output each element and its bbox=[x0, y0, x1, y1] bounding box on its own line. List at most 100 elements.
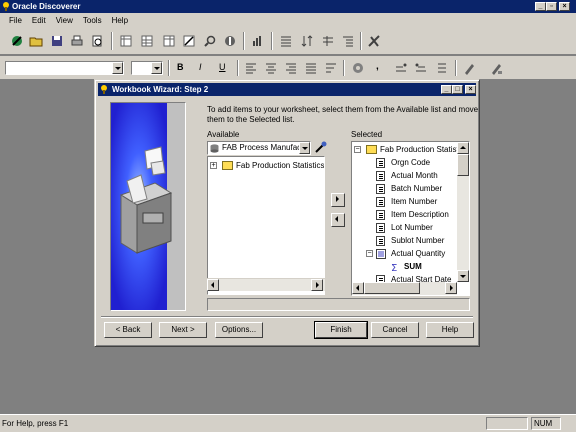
back-button[interactable]: < Back bbox=[104, 322, 152, 338]
open-folder-icon[interactable] bbox=[29, 34, 43, 48]
bold-button[interactable]: B bbox=[177, 62, 184, 72]
scroll-thumb[interactable] bbox=[457, 154, 469, 176]
totals-icon[interactable] bbox=[279, 34, 293, 48]
sum-aggregate-icon: Σ bbox=[391, 263, 397, 272]
button-divider bbox=[101, 316, 473, 318]
wizard-message-area bbox=[207, 298, 470, 311]
menu-edit[interactable]: Edit bbox=[27, 16, 51, 25]
drill-icon[interactable] bbox=[341, 34, 355, 48]
expand-icon[interactable]: + bbox=[210, 162, 217, 169]
wizard-close-button[interactable]: × bbox=[465, 85, 476, 94]
folder-icon bbox=[366, 145, 377, 154]
align-right-icon[interactable] bbox=[284, 61, 298, 75]
selected-item-label: Sublot Number bbox=[391, 236, 445, 245]
print-icon[interactable] bbox=[70, 34, 84, 48]
graph-icon[interactable] bbox=[251, 34, 265, 48]
remove-from-selected-button[interactable] bbox=[331, 213, 345, 227]
status-help-text: For Help, press F1 bbox=[2, 419, 69, 428]
text-color-icon[interactable] bbox=[489, 61, 503, 75]
decrease-decimal-icon[interactable] bbox=[414, 61, 428, 75]
align-center-icon[interactable] bbox=[264, 61, 278, 75]
add-to-selected-button[interactable] bbox=[331, 193, 345, 207]
scroll-right-button[interactable] bbox=[445, 282, 457, 294]
cancel-button[interactable]: Cancel bbox=[371, 322, 419, 338]
save-icon[interactable] bbox=[50, 34, 64, 48]
close-button[interactable]: × bbox=[559, 2, 570, 11]
scroll-right-button[interactable] bbox=[311, 279, 323, 291]
menu-help[interactable]: Help bbox=[107, 16, 133, 25]
align-left-icon[interactable] bbox=[244, 61, 258, 75]
wizard-minimize-button[interactable]: _ bbox=[441, 85, 452, 94]
business-area-combo[interactable]: FAB Process Manufact bbox=[207, 141, 311, 155]
format-data-icon[interactable] bbox=[351, 61, 365, 75]
new-workbook-icon[interactable] bbox=[10, 34, 24, 48]
available-folder-label: Fab Production Statistics bbox=[236, 161, 325, 170]
selected-folder-label: Fab Production Statisti bbox=[380, 145, 461, 154]
selected-item-label: Batch Number bbox=[391, 184, 443, 193]
toolbar-separator bbox=[243, 32, 245, 50]
scroll-up-button[interactable] bbox=[457, 142, 469, 154]
refresh-icon[interactable] bbox=[223, 34, 237, 48]
menu-tools[interactable]: Tools bbox=[78, 16, 107, 25]
scroll-left-button[interactable] bbox=[352, 282, 364, 294]
available-tree-row[interactable]: + Fab Production Statistics bbox=[210, 159, 324, 172]
italic-button[interactable]: I bbox=[199, 62, 202, 72]
app-title: Oracle Discoverer bbox=[12, 2, 81, 11]
tools-icon[interactable] bbox=[367, 34, 381, 48]
menu-file[interactable]: File bbox=[4, 16, 27, 25]
edit-sheet-icon[interactable] bbox=[182, 34, 196, 48]
page-items-icon[interactable] bbox=[162, 34, 176, 48]
font-name-combo[interactable] bbox=[5, 61, 124, 75]
selected-item-label: Orgn Code bbox=[391, 158, 431, 167]
minimize-button[interactable]: _ bbox=[535, 2, 546, 11]
business-area-value: FAB Process Manufact bbox=[222, 143, 304, 152]
font-size-combo[interactable] bbox=[131, 61, 163, 75]
font-size-dropdown-button[interactable] bbox=[151, 62, 162, 74]
menu-view[interactable]: View bbox=[51, 16, 78, 25]
percentages-icon[interactable] bbox=[321, 34, 335, 48]
table-layout-icon[interactable] bbox=[119, 34, 133, 48]
selected-vscrollbar[interactable] bbox=[457, 142, 469, 282]
collapse-icon[interactable]: − bbox=[354, 146, 361, 153]
comma-format-button[interactable]: , bbox=[376, 61, 379, 72]
sort-icon[interactable] bbox=[300, 34, 314, 48]
wizard-window-controls: _ □ × bbox=[441, 85, 476, 94]
available-label: Available bbox=[207, 130, 240, 139]
print-preview-icon[interactable] bbox=[90, 34, 104, 48]
help-button[interactable]: Help bbox=[426, 322, 474, 338]
options-button[interactable]: Options... bbox=[215, 322, 263, 338]
wizard-maximize-button[interactable]: □ bbox=[452, 85, 463, 94]
increase-decimal-icon[interactable] bbox=[394, 61, 408, 75]
scroll-thumb[interactable] bbox=[364, 282, 420, 294]
toolbar-separator bbox=[237, 60, 239, 76]
underline-button[interactable]: U bbox=[219, 62, 226, 72]
available-list[interactable]: + Fab Production Statistics bbox=[207, 156, 325, 295]
business-area-dropdown-button[interactable] bbox=[299, 142, 310, 154]
item-icon bbox=[376, 158, 385, 168]
next-button[interactable]: Next > bbox=[159, 322, 207, 338]
wrap-text-icon[interactable] bbox=[324, 61, 338, 75]
toolbar-separator bbox=[455, 60, 457, 76]
scroll-down-button[interactable] bbox=[457, 270, 469, 282]
crosstab-layout-icon[interactable] bbox=[140, 34, 154, 48]
find-items-icon[interactable] bbox=[313, 140, 328, 155]
database-icon bbox=[210, 144, 219, 153]
font-name-dropdown-button[interactable] bbox=[112, 62, 123, 74]
scroll-left-button[interactable] bbox=[207, 279, 219, 291]
selected-hscrollbar[interactable] bbox=[352, 282, 457, 295]
border-icon[interactable] bbox=[435, 61, 449, 75]
restore-button[interactable]: ▫ bbox=[546, 2, 557, 11]
justify-icon[interactable] bbox=[304, 61, 318, 75]
item-icon bbox=[376, 210, 385, 220]
find-icon[interactable] bbox=[203, 34, 217, 48]
finish-button[interactable]: Finish bbox=[314, 321, 368, 339]
numeric-item-icon bbox=[376, 249, 386, 259]
wizard-titlebar: Workbook Wizard: Step 2 _ □ × bbox=[98, 83, 476, 96]
background-color-icon[interactable] bbox=[462, 61, 476, 75]
collapse-icon[interactable]: − bbox=[366, 250, 373, 257]
selected-item-label: Item Number bbox=[391, 197, 438, 206]
item-icon bbox=[376, 236, 385, 246]
available-hscrollbar[interactable] bbox=[207, 278, 325, 291]
wizard-title: Workbook Wizard: Step 2 bbox=[112, 85, 209, 94]
selected-list[interactable]: − Fab Production Statisti Orgn Code Actu… bbox=[351, 141, 470, 296]
